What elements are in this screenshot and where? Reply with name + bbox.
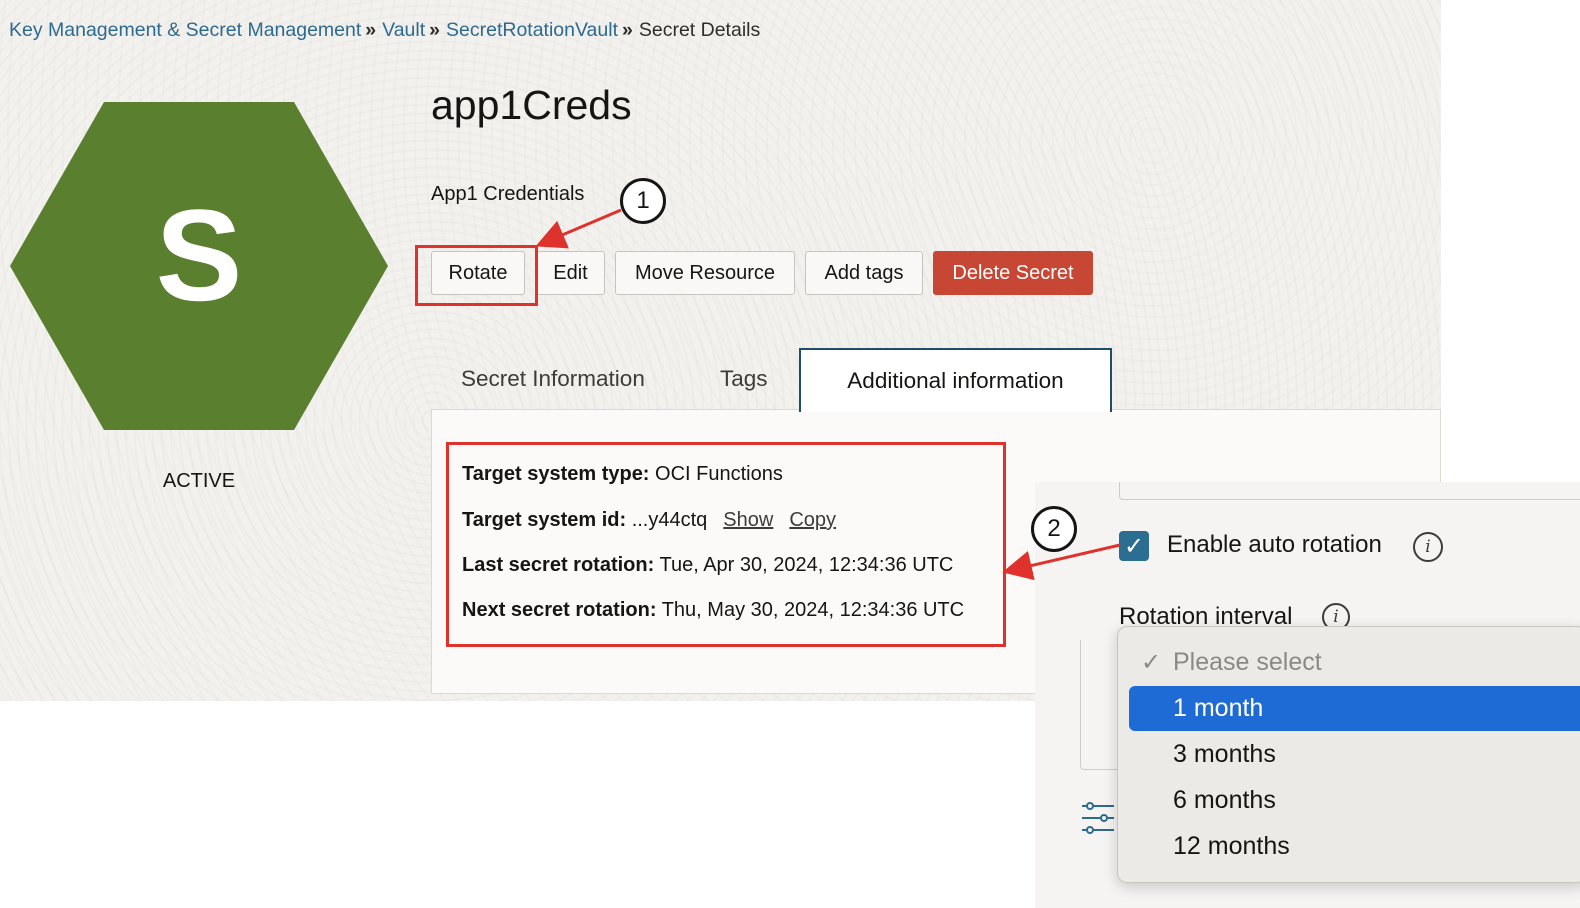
dropdown-option-1-month[interactable]: 1 month — [1129, 686, 1580, 731]
callout-1: 1 — [620, 178, 666, 224]
rotate-highlight-box — [415, 245, 538, 306]
breadcrumb: Key Management & Secret Management» Vault… — [9, 19, 760, 42]
status-label: ACTIVE — [162, 470, 236, 492]
breadcrumb-separator: » — [429, 19, 440, 41]
breadcrumb-current: Secret Details — [638, 19, 761, 41]
option-label: 6 months — [1173, 786, 1276, 814]
checkmark-icon: ✓ — [1123, 532, 1145, 560]
option-label: 1 month — [1173, 694, 1264, 722]
breadcrumb-link-secret-rotation-vault[interactable]: SecretRotationVault — [446, 19, 618, 41]
enable-auto-rotation-label: Enable auto rotation — [1167, 531, 1382, 558]
secret-icon-letter: S — [155, 182, 243, 328]
dropdown-option-3-months[interactable]: 3 months — [1129, 732, 1580, 777]
tab-secret-information[interactable]: Secret Information — [461, 348, 645, 410]
checkmark-icon: ✓ — [1141, 649, 1162, 676]
option-label: Please select — [1173, 648, 1322, 676]
dropdown-option-please-select[interactable]: ✓ Please select — [1129, 640, 1580, 685]
dropdown-option-12-months[interactable]: 12 months — [1129, 824, 1580, 869]
breadcrumb-link-key-management[interactable]: Key Management & Secret Management — [9, 19, 361, 41]
option-label: 12 months — [1173, 832, 1290, 860]
tab-additional-information[interactable]: Additional information — [799, 348, 1112, 412]
info-highlight-box — [446, 442, 1006, 647]
move-resource-button[interactable]: Move Resource — [615, 251, 795, 295]
info-icon[interactable]: i — [1413, 532, 1443, 562]
option-label: 3 months — [1173, 740, 1276, 768]
enable-auto-rotation-checkbox[interactable]: ✓ — [1119, 531, 1149, 561]
tab-tags[interactable]: Tags — [720, 348, 768, 410]
breadcrumb-link-vault[interactable]: Vault — [382, 19, 425, 41]
callout-2: 2 — [1031, 506, 1077, 552]
input-field-edge — [1119, 482, 1580, 500]
breadcrumb-separator: » — [365, 19, 377, 41]
dropdown-option-6-months[interactable]: 6 months — [1129, 778, 1580, 823]
page-title: app1Creds — [431, 82, 632, 128]
add-tags-button[interactable]: Add tags — [805, 251, 923, 295]
secret-description: App1 Credentials — [431, 183, 585, 205]
breadcrumb-separator: » — [622, 19, 633, 41]
sliders-icon[interactable] — [1080, 800, 1116, 836]
field-outline — [1080, 640, 1120, 770]
screenshot-stage: Key Management & Secret Management» Vault… — [0, 0, 1580, 908]
edit-button[interactable]: Edit — [536, 251, 605, 295]
delete-secret-button[interactable]: Delete Secret — [933, 251, 1093, 295]
